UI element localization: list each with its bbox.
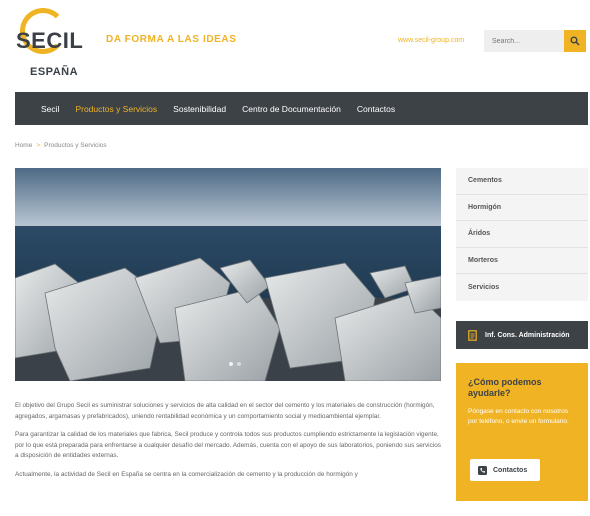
nav-item-productos[interactable]: Productos y Servicios	[75, 104, 157, 114]
content-paragraph-1: El objetivo del Grupo Secil es suministr…	[15, 402, 435, 420]
tagline: DA FORMA A LAS IDEAS	[106, 34, 237, 45]
search-input[interactable]	[484, 30, 564, 52]
content-paragraph-2: Para garantizar la calidad de los materi…	[15, 431, 441, 459]
breadcrumb-current: Productos y Servicios	[44, 142, 107, 149]
main-nav: Secil Productos y Servicios Sostenibilid…	[15, 92, 588, 125]
admin-info-button[interactable]: Inf. Cons. Administración	[456, 321, 588, 349]
side-item-servicios[interactable]: Servicios	[456, 274, 588, 301]
nav-item-documentacion[interactable]: Centro de Documentación	[242, 104, 341, 114]
side-item-hormigon[interactable]: Hormigón	[456, 195, 588, 221]
content-text: El objetivo del Grupo Secil es suministr…	[15, 401, 441, 488]
contact-button[interactable]: Contactos	[470, 459, 540, 481]
side-item-aridos[interactable]: Áridos	[456, 221, 588, 248]
search-icon	[570, 36, 580, 46]
side-item-morteros[interactable]: Morteros	[456, 248, 588, 274]
site-header: SECIL ESPAÑA DA FORMA A LAS IDEAS www.se…	[0, 0, 590, 92]
logo-wordmark: SECIL	[16, 28, 84, 53]
nav-item-sostenibilidad[interactable]: Sostenibilidad	[173, 104, 226, 114]
phone-icon	[478, 465, 487, 475]
hero-image	[15, 168, 441, 381]
product-menu: Cementos Hormigón Áridos Morteros Servic…	[456, 168, 588, 301]
secil-logo[interactable]: SECIL ESPAÑA	[14, 6, 98, 86]
logo-country: ESPAÑA	[30, 66, 79, 78]
contact-button-label: Contactos	[493, 466, 528, 474]
breadcrumb: Home > Productos y Servicios	[15, 142, 107, 149]
breadcrumb-separator: >	[36, 142, 41, 149]
help-box: ¿Cómo podemos ayudarle? Póngase en conta…	[456, 363, 588, 501]
admin-info-label: Inf. Cons. Administración	[485, 331, 570, 339]
search-button[interactable]	[564, 30, 586, 52]
nav-item-secil[interactable]: Secil	[41, 104, 59, 114]
side-item-cementos[interactable]: Cementos	[456, 168, 588, 195]
help-text: Póngase en contacto con nosotros por tel…	[468, 408, 569, 425]
nav-item-contactos[interactable]: Contactos	[357, 104, 395, 114]
document-icon	[468, 329, 477, 341]
content-paragraph-3: Actualmente, la actividad de Secil en Es…	[15, 470, 358, 478]
breadcrumb-home[interactable]: Home	[15, 142, 32, 149]
help-title: ¿Cómo podemos ayudarle?	[468, 377, 542, 398]
group-site-link[interactable]: www.secil-group.com	[398, 37, 464, 44]
